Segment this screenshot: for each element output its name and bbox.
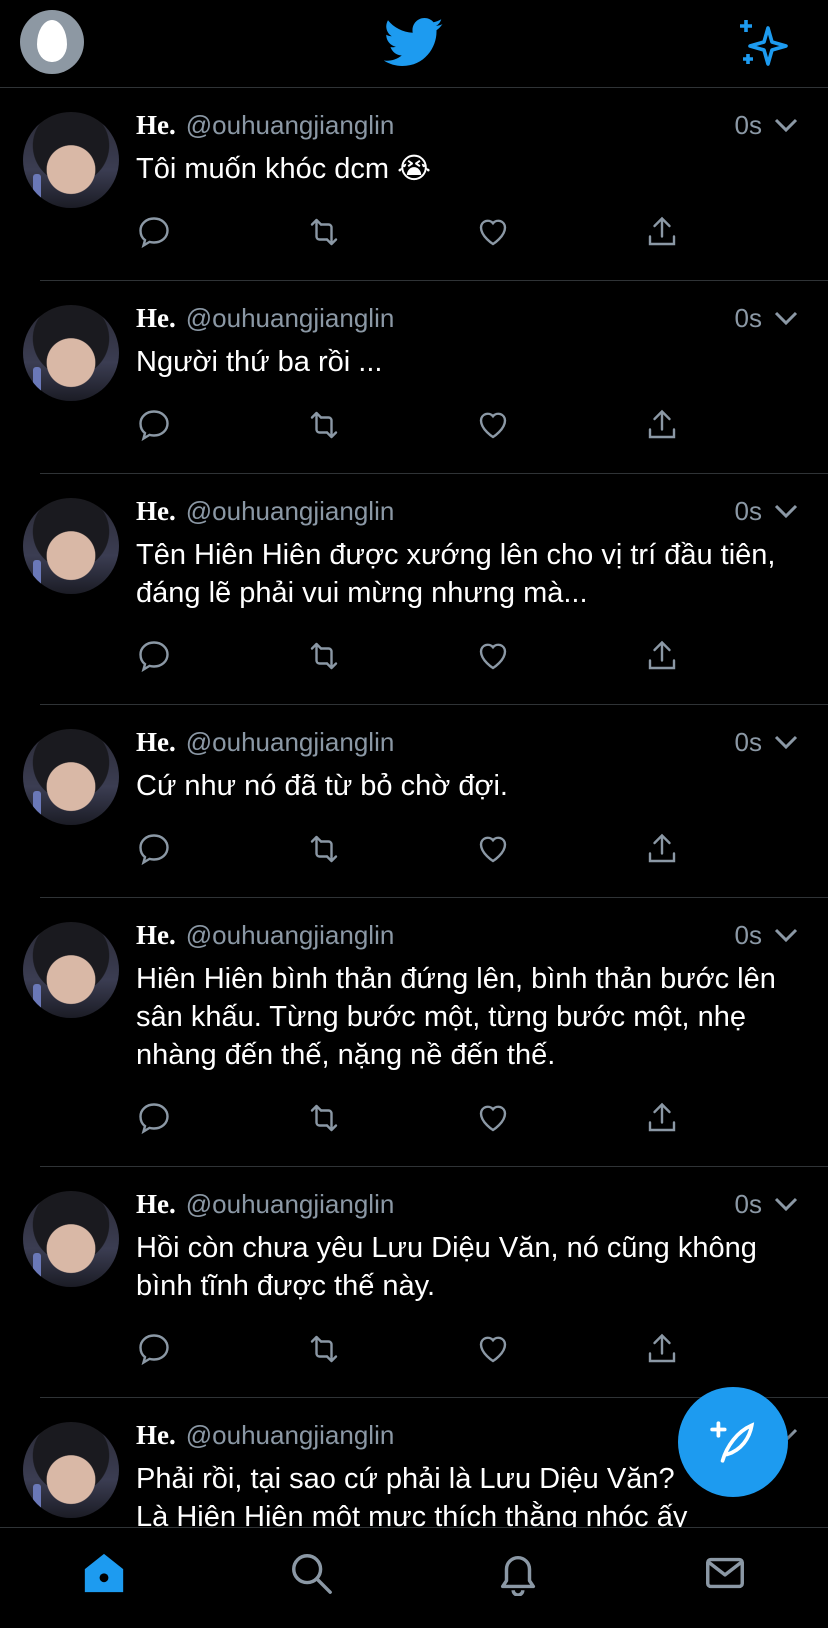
- reply-icon[interactable]: [136, 638, 172, 674]
- feather-plus-icon: [710, 1421, 755, 1463]
- mail-icon[interactable]: [702, 1550, 748, 1596]
- like-icon[interactable]: [475, 1331, 511, 1367]
- chevron-down-icon[interactable]: [774, 504, 798, 518]
- retweet-icon[interactable]: [306, 407, 342, 443]
- user-handle[interactable]: @ouhuangjianglin: [186, 727, 395, 758]
- tweet[interactable]: He. @ouhuangjianglin 0s Cứ như nó đã từ b…: [23, 705, 828, 898]
- share-icon[interactable]: [644, 214, 680, 250]
- user-handle[interactable]: @ouhuangjianglin: [186, 920, 395, 951]
- tweet-avatar[interactable]: [23, 112, 119, 208]
- compose-tweet-button[interactable]: [678, 1387, 788, 1497]
- user-handle[interactable]: @ouhuangjianglin: [186, 496, 395, 527]
- share-icon[interactable]: [644, 1331, 680, 1367]
- search-icon[interactable]: [288, 1550, 334, 1596]
- user-handle[interactable]: @ouhuangjianglin: [186, 1189, 395, 1220]
- like-icon[interactable]: [475, 638, 511, 674]
- tweet[interactable]: He. @ouhuangjianglin 0s Người thứ ba rồi …: [23, 281, 828, 474]
- tweet-actions: [136, 630, 798, 690]
- tweet-actions: [136, 206, 798, 266]
- reply-icon[interactable]: [136, 1100, 172, 1136]
- tweet[interactable]: He. @ouhuangjianglin 0s Hiên Hiên bình th…: [23, 898, 828, 1167]
- share-icon[interactable]: [644, 831, 680, 867]
- tweet[interactable]: He. @ouhuangjianglin 0s Tên Hiên Hiên đượ…: [23, 474, 828, 705]
- reply-icon[interactable]: [136, 831, 172, 867]
- display-name[interactable]: He.: [136, 110, 176, 141]
- like-icon[interactable]: [475, 1100, 511, 1136]
- like-icon[interactable]: [475, 407, 511, 443]
- chevron-down-icon[interactable]: [774, 118, 798, 132]
- timestamp: 0s: [734, 110, 762, 140]
- home-icon[interactable]: [81, 1550, 127, 1596]
- chevron-down-icon[interactable]: [774, 735, 798, 749]
- retweet-icon[interactable]: [306, 1331, 342, 1367]
- user-handle[interactable]: @ouhuangjianglin: [186, 110, 395, 141]
- tweet-avatar[interactable]: [23, 1191, 119, 1287]
- chevron-down-icon[interactable]: [774, 311, 798, 325]
- tweet[interactable]: He. @ouhuangjianglin 0s Tôi muốn khóc dcm…: [23, 88, 828, 281]
- tweet-avatar[interactable]: [23, 922, 119, 1018]
- reply-icon[interactable]: [136, 1331, 172, 1367]
- timestamp: 0s: [734, 727, 762, 757]
- display-name[interactable]: He.: [136, 727, 176, 758]
- tweet-text: Người thứ ba rồi ...: [136, 346, 383, 378]
- reply-icon[interactable]: [136, 407, 172, 443]
- display-name[interactable]: He.: [136, 303, 176, 334]
- like-icon[interactable]: [475, 831, 511, 867]
- tweet-text: Cứ như nó đã từ bỏ chờ đợi.: [136, 770, 508, 802]
- sparkle-icon[interactable]: [736, 18, 790, 68]
- top-bar: [0, 0, 828, 88]
- display-name[interactable]: He.: [136, 496, 176, 527]
- timeline: He. @ouhuangjianglin 0s Tôi muốn khóc dcm…: [0, 88, 828, 1528]
- retweet-icon[interactable]: [306, 831, 342, 867]
- tweet-actions: [136, 823, 798, 883]
- tweet-text: Hiên Hiên bình thản đứng lên, bình thản …: [136, 963, 784, 1071]
- reply-icon[interactable]: [136, 214, 172, 250]
- share-icon[interactable]: [644, 407, 680, 443]
- share-icon[interactable]: [644, 1100, 680, 1136]
- timestamp: 0s: [734, 303, 762, 333]
- tweet[interactable]: He. @ouhuangjianglin 0s Hồi còn chưa yêu …: [23, 1167, 828, 1398]
- display-name[interactable]: He.: [136, 1189, 176, 1220]
- bottom-tab-bar: [0, 1527, 828, 1628]
- profile-avatar-button[interactable]: [20, 10, 84, 74]
- tweet-text: Hồi còn chưa yêu Lưu Diệu Văn, nó cũng k…: [136, 1232, 765, 1302]
- timestamp: 0s: [734, 496, 762, 526]
- tweet-avatar[interactable]: [23, 498, 119, 594]
- chevron-down-icon[interactable]: [774, 928, 798, 942]
- retweet-icon[interactable]: [306, 1100, 342, 1136]
- tweet-avatar[interactable]: [23, 729, 119, 825]
- tweet-text: Tôi muốn khóc dcm 😭: [136, 153, 431, 185]
- display-name[interactable]: He.: [136, 1420, 176, 1451]
- timestamp: 0s: [734, 1189, 762, 1219]
- tweet-actions: [136, 1323, 798, 1383]
- chevron-down-icon[interactable]: [774, 1197, 798, 1211]
- twitter-bird-icon: [384, 18, 443, 66]
- retweet-icon[interactable]: [306, 638, 342, 674]
- user-handle[interactable]: @ouhuangjianglin: [186, 1420, 395, 1451]
- tweet-actions: [136, 1092, 798, 1152]
- retweet-icon[interactable]: [306, 214, 342, 250]
- egg-icon: [37, 20, 67, 62]
- tweet-avatar[interactable]: [23, 1422, 119, 1518]
- bell-icon[interactable]: [495, 1550, 541, 1597]
- user-handle[interactable]: @ouhuangjianglin: [186, 303, 395, 334]
- display-name[interactable]: He.: [136, 920, 176, 951]
- tweet-actions: [136, 399, 798, 459]
- share-icon[interactable]: [644, 638, 680, 674]
- like-icon[interactable]: [475, 214, 511, 250]
- timestamp: 0s: [734, 920, 762, 950]
- tweet-text: Tên Hiên Hiên được xướng lên cho vị trí …: [136, 539, 784, 609]
- tweet-avatar[interactable]: [23, 305, 119, 401]
